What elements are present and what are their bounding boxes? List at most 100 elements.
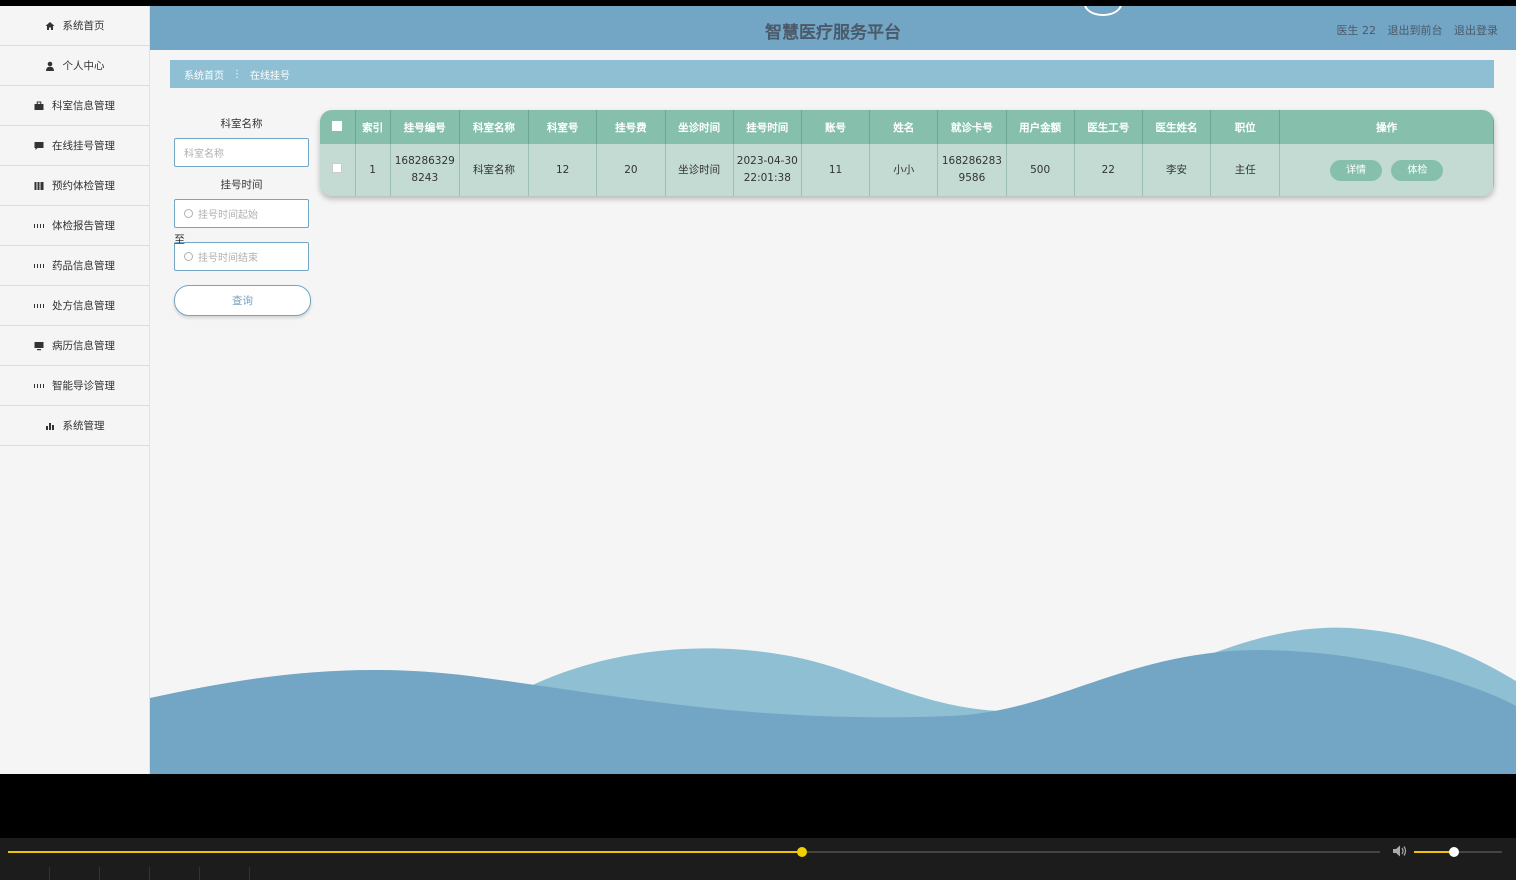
column-header: 用户金额: [1006, 110, 1075, 144]
column-header: 挂号费: [596, 110, 666, 144]
select-all-checkbox[interactable]: [332, 120, 343, 131]
sidebar-item-label: 智能导诊管理: [52, 380, 115, 392]
briefcase-icon: [34, 101, 44, 111]
bar-chart-icon: [45, 421, 55, 431]
column-header: 坐诊时间: [665, 110, 734, 144]
grid-icon: [34, 301, 44, 311]
sidebar-item-label: 药品信息管理: [52, 260, 115, 272]
volume-knob[interactable]: [1448, 847, 1459, 857]
sidebar-item-medical-record[interactable]: 病历信息管理: [0, 326, 149, 366]
back-to-front-link[interactable]: 退出到前台: [1388, 24, 1443, 37]
taskbar-strip: [0, 867, 1516, 880]
playback-progress-bar[interactable]: [8, 847, 1380, 857]
query-button[interactable]: 查询: [174, 285, 311, 316]
volume-icon[interactable]: [1392, 844, 1408, 858]
dept-name-input[interactable]: 科室名称: [174, 138, 309, 167]
sidebar-item-system[interactable]: 系统管理: [0, 406, 149, 446]
user-icon: [45, 61, 55, 71]
sidebar-item-label: 个人中心: [62, 60, 105, 72]
reg-time-start-placeholder: 挂号时间起始: [198, 210, 258, 221]
column-header: 账号: [801, 110, 871, 144]
search-panel: 科室名称 科室名称 挂号时间 挂号时间起始 至 挂号时间结束 查询: [174, 116, 311, 316]
column-header: 科室号: [528, 110, 598, 144]
cell-fee: 20: [596, 144, 666, 196]
table-header-row: 索引 挂号编号 科室名称 科室号 挂号费 坐诊时间 挂号时间 账号 姓名 就诊卡…: [320, 110, 1494, 144]
cell-doctor-name: 李安: [1142, 144, 1212, 196]
monitor-icon: [34, 341, 44, 351]
column-header: 科室名称: [459, 110, 530, 144]
row-select-cell[interactable]: [320, 144, 356, 196]
column-header: 医生姓名: [1142, 110, 1212, 144]
column-header: 医生工号: [1074, 110, 1143, 144]
grid-icon: [34, 381, 44, 391]
column-header: 职位: [1210, 110, 1281, 144]
reg-time-label: 挂号时间: [220, 179, 263, 191]
exam-button[interactable]: 体检: [1391, 159, 1444, 181]
reg-time-end-input[interactable]: 挂号时间结束: [174, 242, 309, 271]
playback-progress-fill: [8, 851, 803, 853]
app-window: 系统首页 个人中心 科室信息管理 在线挂号管理 预约体检管理 体检报告管理 药品…: [0, 6, 1516, 774]
taskbar-slot[interactable]: [0, 867, 50, 880]
breadcrumb-home[interactable]: 系统首页: [184, 67, 224, 82]
row-checkbox[interactable]: [332, 162, 343, 173]
column-header: 操作: [1279, 110, 1494, 144]
breadcrumb: 系统首页 ⋮ 在线挂号: [170, 60, 1494, 88]
sidebar-item-profile[interactable]: 个人中心: [0, 46, 149, 86]
taskbar-slot[interactable]: [100, 867, 150, 880]
decorative-bubble: [1084, 6, 1122, 16]
column-header: 挂号编号: [390, 110, 460, 144]
current-user: 医生 22: [1336, 24, 1377, 37]
cell-dept-no: 12: [528, 144, 598, 196]
book-icon: [34, 181, 44, 191]
column-header: 挂号时间: [733, 110, 802, 144]
reg-time-start-input[interactable]: 挂号时间起始: [174, 199, 309, 228]
column-header: 就诊卡号: [937, 110, 1007, 144]
sidebar-item-prescription[interactable]: 处方信息管理: [0, 286, 149, 326]
sidebar-item-label: 系统首页: [62, 20, 105, 32]
playback-progress-knob[interactable]: [797, 847, 808, 857]
sidebar-item-label: 科室信息管理: [52, 100, 115, 112]
select-all-header[interactable]: [320, 110, 356, 144]
cell-balance: 500: [1006, 144, 1075, 196]
sidebar-item-label: 体检报告管理: [52, 220, 115, 232]
cell-name: 小小: [869, 144, 939, 196]
volume-slider[interactable]: [1414, 847, 1502, 857]
sidebar-item-home[interactable]: 系统首页: [0, 6, 149, 46]
taskbar-slot[interactable]: [50, 867, 100, 880]
sidebar-item-guidance[interactable]: 智能导诊管理: [0, 366, 149, 406]
cell-reg-no: 1682863298243: [390, 144, 460, 196]
cell-doctor-id: 22: [1074, 144, 1143, 196]
cell-card-no: 1682862839586: [937, 144, 1007, 196]
sidebar-item-registration[interactable]: 在线挂号管理: [0, 126, 149, 166]
home-icon: [45, 21, 55, 31]
clock-icon: [184, 252, 193, 261]
grid-icon: [34, 221, 44, 231]
breadcrumb-separator: ⋮: [232, 68, 242, 80]
comment-icon: [34, 141, 44, 151]
user-menu: 医生 22 退出到前台 退出登录: [1329, 22, 1499, 38]
cell-clinic-time: 坐诊时间: [665, 144, 734, 196]
cell-dept-name: 科室名称: [459, 144, 530, 196]
clock-icon: [184, 209, 193, 218]
sidebar-item-label: 预约体检管理: [52, 180, 115, 192]
cell-reg-time: 2023-04-30 22:01:38: [733, 144, 802, 196]
sidebar: 系统首页 个人中心 科室信息管理 在线挂号管理 预约体检管理 体检报告管理 药品…: [0, 6, 150, 774]
sidebar-item-dept[interactable]: 科室信息管理: [0, 86, 149, 126]
volume-fill: [1414, 851, 1454, 853]
sidebar-item-exam-report[interactable]: 体检报告管理: [0, 206, 149, 246]
sidebar-item-label: 在线挂号管理: [52, 140, 115, 152]
cell-position: 主任: [1210, 144, 1281, 196]
range-to-label: 至: [174, 233, 185, 246]
logout-link[interactable]: 退出登录: [1454, 24, 1498, 37]
sidebar-item-exam-booking[interactable]: 预约体检管理: [0, 166, 149, 206]
taskbar-slot[interactable]: [200, 867, 250, 880]
cell-account: 11: [801, 144, 871, 196]
column-header: 姓名: [869, 110, 939, 144]
registration-table: 索引 挂号编号 科室名称 科室号 挂号费 坐诊时间 挂号时间 账号 姓名 就诊卡…: [320, 110, 1494, 196]
table-row: 1 1682863298243 科室名称 12 20 坐诊时间 2023-04-…: [320, 144, 1494, 196]
detail-button[interactable]: 详情: [1329, 159, 1382, 181]
sidebar-item-medicine[interactable]: 药品信息管理: [0, 246, 149, 286]
wave-decoration: [150, 627, 1516, 774]
taskbar-slot[interactable]: [150, 867, 200, 880]
cell-actions: 详情 体检: [1279, 144, 1494, 196]
